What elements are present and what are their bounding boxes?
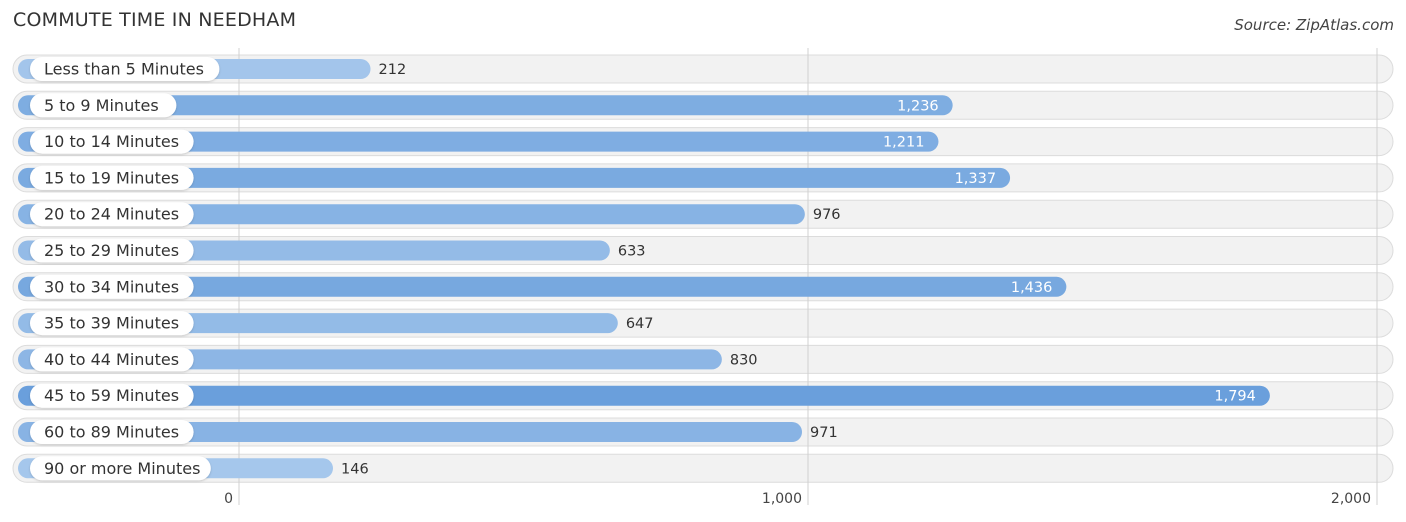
x-tick-label: 2,000 bbox=[1331, 491, 1371, 507]
category-label: 30 to 34 Minutes bbox=[44, 277, 179, 296]
category-label: 20 to 24 Minutes bbox=[44, 205, 179, 224]
value-label: 146 bbox=[341, 461, 369, 477]
category-label: 40 to 44 Minutes bbox=[44, 350, 179, 369]
value-label: 1,436 bbox=[1011, 280, 1053, 296]
value-label: 830 bbox=[730, 352, 758, 368]
bar-chart: Less than 5 Minutes 212 5 to 9 Minutes 1,23… bbox=[12, 48, 1394, 507]
value-label: 1,794 bbox=[1214, 389, 1256, 405]
value-label: 633 bbox=[618, 244, 646, 260]
category-label: 25 to 29 Minutes bbox=[44, 241, 179, 260]
value-label: 212 bbox=[379, 62, 407, 78]
value-label: 971 bbox=[810, 425, 838, 441]
category-label: 5 to 9 Minutes bbox=[44, 96, 159, 115]
value-label: 1,236 bbox=[897, 98, 939, 114]
value-label: 1,337 bbox=[955, 171, 997, 187]
bar bbox=[18, 385, 1270, 406]
value-label: 976 bbox=[813, 207, 841, 223]
x-tick-label: 1,000 bbox=[762, 491, 802, 507]
category-label: 90 or more Minutes bbox=[44, 459, 200, 478]
category-label: 45 to 59 Minutes bbox=[44, 386, 179, 405]
x-tick-label: 0 bbox=[224, 491, 233, 507]
value-label: 647 bbox=[626, 316, 654, 332]
value-label: 1,211 bbox=[883, 135, 925, 151]
category-label: 35 to 39 Minutes bbox=[44, 314, 179, 333]
category-label: Less than 5 Minutes bbox=[44, 60, 204, 79]
category-label: 60 to 89 Minutes bbox=[44, 423, 179, 442]
category-label: 10 to 14 Minutes bbox=[44, 132, 179, 151]
category-label: 15 to 19 Minutes bbox=[44, 168, 179, 187]
